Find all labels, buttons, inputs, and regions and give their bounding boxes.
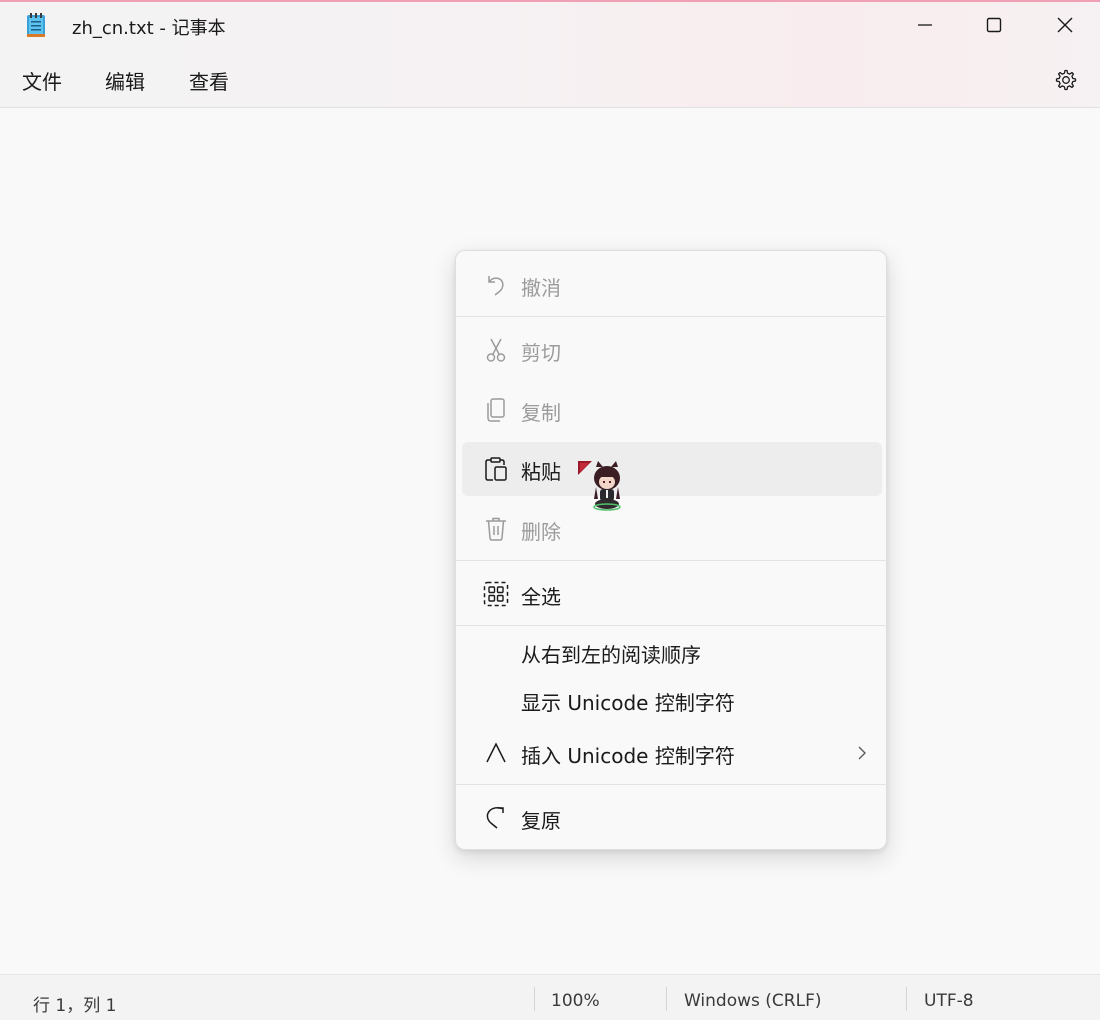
status-bar: 行 1，列 1 100% Windows (CRLF) UTF-8 xyxy=(0,974,1100,1020)
undo-icon xyxy=(482,271,510,299)
menu-item-delete[interactable]: 删除 xyxy=(462,502,882,556)
menu-separator xyxy=(456,784,888,785)
menu-item-label: 全选 xyxy=(521,585,561,609)
menu-item-label: 从右到左的阅读顺序 xyxy=(521,643,701,667)
context-menu: 撤消 剪切 复制 粘贴 删除 全选 从右到左的阅读顺序 显示 Unicode 控… xyxy=(455,250,888,850)
select-all-icon xyxy=(482,580,510,608)
menu-item-label: 复原 xyxy=(521,809,561,833)
menu-item-label: 复制 xyxy=(521,401,561,425)
encoding: UTF-8 xyxy=(924,991,974,1011)
menu-item-insert-unicode-control[interactable]: 插入 Unicode 控制字符 xyxy=(462,726,882,780)
copy-icon xyxy=(482,396,510,424)
menu-item-show-unicode-control[interactable]: 显示 Unicode 控制字符 xyxy=(462,675,882,721)
maximize-button[interactable] xyxy=(959,2,1029,48)
menu-item-label: 剪切 xyxy=(521,341,561,365)
settings-button[interactable] xyxy=(1050,64,1082,96)
title-bar: zh_cn.txt - 记事本 文件 编辑 查看 xyxy=(0,2,1100,108)
menu-item-cut[interactable]: 剪切 xyxy=(462,323,882,377)
menu-item-label: 撤消 xyxy=(521,276,561,300)
minimize-icon xyxy=(918,24,932,26)
menu-edit[interactable]: 编辑 xyxy=(105,66,145,95)
gear-icon xyxy=(1055,69,1077,91)
menu-view[interactable]: 查看 xyxy=(189,66,229,95)
notepad-app-icon xyxy=(27,13,45,37)
cursor-position: 行 1，列 1 xyxy=(33,996,117,1016)
maximize-icon xyxy=(986,17,1002,33)
menu-item-label: 删除 xyxy=(521,520,561,544)
menu-item-redo[interactable]: 复原 xyxy=(462,791,882,845)
minimize-button[interactable] xyxy=(890,2,960,48)
paste-icon xyxy=(482,455,510,483)
zoom-level: 100% xyxy=(551,991,600,1011)
menu-item-label: 插入 Unicode 控制字符 xyxy=(521,744,735,768)
menu-item-label: 粘贴 xyxy=(521,460,561,484)
menu-file[interactable]: 文件 xyxy=(22,66,62,95)
menu-item-copy[interactable]: 复制 xyxy=(462,383,882,437)
character-cursor-icon xyxy=(578,461,621,511)
menu-separator xyxy=(456,560,888,561)
line-ending: Windows (CRLF) xyxy=(684,991,822,1011)
caret-icon xyxy=(482,739,510,767)
menu-separator xyxy=(456,625,888,626)
menu-item-paste[interactable]: 粘贴 xyxy=(462,442,882,496)
status-divider xyxy=(534,987,535,1011)
menu-item-rtl-reading-order[interactable]: 从右到左的阅读顺序 xyxy=(462,627,882,675)
scissors-icon xyxy=(482,336,510,364)
close-button[interactable] xyxy=(1030,2,1100,48)
menu-item-label: 显示 Unicode 控制字符 xyxy=(521,691,735,715)
status-divider xyxy=(666,987,667,1011)
status-divider xyxy=(906,987,907,1011)
menu-item-select-all[interactable]: 全选 xyxy=(462,567,882,621)
close-icon xyxy=(1057,17,1073,33)
chevron-right-icon xyxy=(858,746,866,760)
redo-icon xyxy=(482,804,510,832)
notepad-window: zh_cn.txt - 记事本 文件 编辑 查看 撤消 剪切 复制 粘贴 删除 … xyxy=(0,0,1100,1020)
menu-separator xyxy=(456,316,888,317)
trash-icon xyxy=(482,515,510,543)
window-title: zh_cn.txt - 记事本 xyxy=(72,18,226,39)
menu-item-undo[interactable]: 撤消 xyxy=(462,258,882,312)
